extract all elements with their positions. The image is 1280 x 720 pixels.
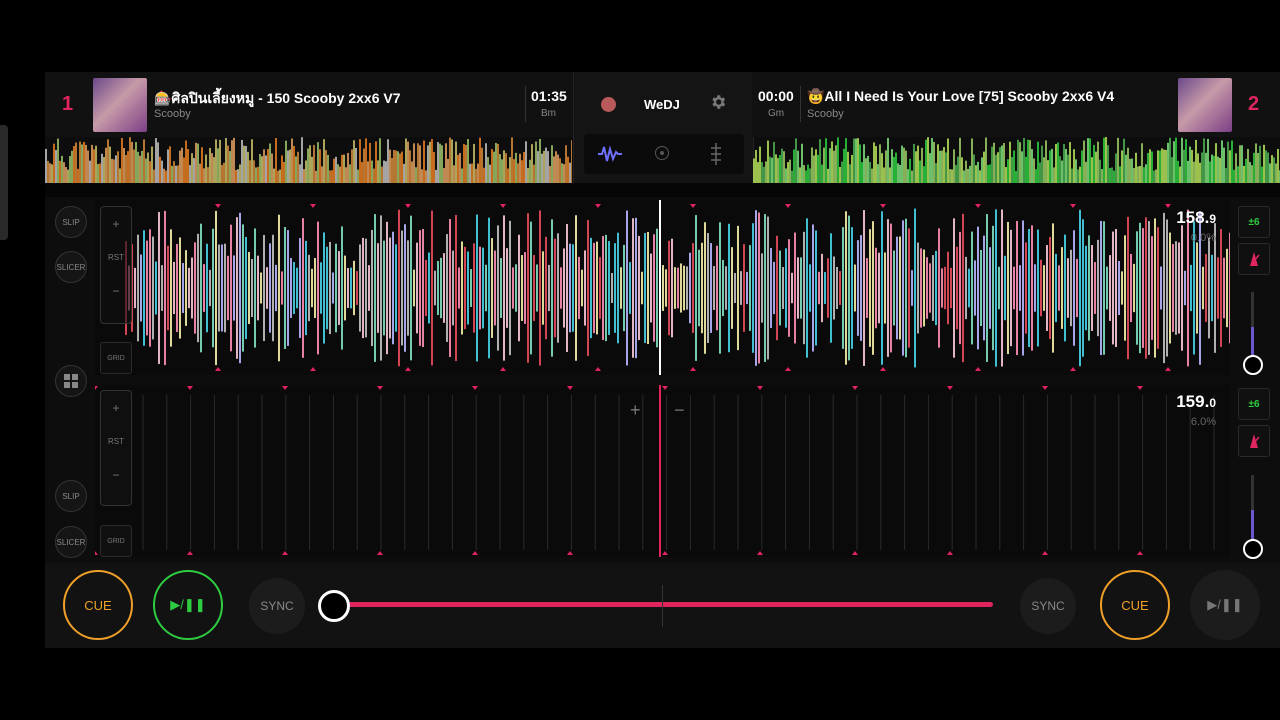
zoom-reset-button[interactable]: RST	[101, 253, 131, 262]
deck2-slicer-button[interactable]: SLICER	[55, 526, 87, 558]
deck2-pitch-percent: 6.0%	[1190, 416, 1216, 428]
deck2-zoom-control: + RST −	[100, 390, 132, 506]
deck1-slicer-button[interactable]: SLICER	[55, 251, 87, 283]
deck2-overview-waveform[interactable]	[753, 137, 1280, 183]
deck1-bpm-dec: 9	[1209, 212, 1216, 226]
grid-layout-icon[interactable]	[55, 365, 87, 397]
vinyl-icon[interactable]	[655, 146, 669, 160]
record-icon[interactable]	[601, 97, 616, 112]
deck1-header: 1 🎰ศิลปินเลี้ยงหมู - 150 Scooby 2xx6 V7 …	[45, 72, 573, 137]
deck1-pitch-slider-knob[interactable]	[1243, 355, 1263, 375]
deck1-waveform[interactable]	[95, 200, 1230, 375]
deck1-track-title: 🎰ศิลปินเลี้ยงหมู - 150 Scooby 2xx6 V7	[154, 90, 401, 106]
deck2-number: 2	[1248, 93, 1260, 115]
deck1-pitch-range-button[interactable]: ±6	[1238, 206, 1270, 238]
zoom-in-icon[interactable]: +	[101, 217, 131, 231]
deck2-header: 00:00 Gm 🤠All I Need Is Your Love [75] S…	[752, 72, 1280, 137]
deck2-artist: Scooby	[807, 108, 844, 120]
deck2-bpm-int: 159.	[1176, 392, 1210, 411]
deck1-grid-button[interactable]: GRID	[100, 342, 132, 374]
zoom-reset-button[interactable]: RST	[101, 437, 131, 446]
deck2-play-pause-button[interactable]: ▶/❚❚	[1190, 570, 1260, 640]
divider	[800, 86, 801, 122]
zoom-in-icon[interactable]: +	[101, 401, 131, 415]
deck2-cue-button[interactable]: CUE	[1100, 570, 1170, 640]
crossfader-knob[interactable]	[318, 590, 350, 622]
deck2-track-title: 🤠All I Need Is Your Love [75] Scooby 2xx…	[807, 88, 1115, 104]
grid-minus-icon[interactable]: −	[674, 400, 685, 421]
deck2-pitch-range-button[interactable]: ±6	[1238, 388, 1270, 420]
crossfader-center-mark	[662, 585, 663, 627]
deck2-album-art[interactable]	[1178, 78, 1232, 132]
deck1-artist: Scooby	[154, 108, 191, 120]
divider	[525, 86, 526, 122]
deck2-sync-button[interactable]: SYNC	[1020, 578, 1076, 634]
deck1-bpm: 158.9	[1160, 208, 1216, 228]
crossfader-track[interactable]	[333, 602, 993, 607]
deck1-cue-button[interactable]: CUE	[63, 570, 133, 640]
deck2-slip-button[interactable]: SLIP	[55, 480, 87, 512]
deck1-overview-waveform[interactable]	[45, 137, 572, 183]
deck1-sync-button[interactable]: SYNC	[249, 578, 305, 634]
deck2-grid-button[interactable]: GRID	[100, 525, 132, 557]
zoom-out-icon[interactable]: −	[101, 468, 131, 482]
metronome-icon[interactable]	[1238, 425, 1270, 457]
deck1-pitch-slider-track[interactable]	[1251, 292, 1254, 362]
zoom-out-icon[interactable]: −	[101, 284, 131, 298]
deck2-pitch-slider-knob[interactable]	[1243, 539, 1263, 559]
separator	[45, 183, 1280, 197]
deck1-zoom-control: + RST −	[100, 206, 132, 324]
deck1-number: 1	[62, 93, 74, 115]
center-panel: WeDJ	[573, 72, 754, 184]
deck2-beatgrid[interactable]	[95, 385, 1230, 557]
deck1-time: 01:35	[531, 88, 567, 104]
deck1-play-pause-button[interactable]: ▶/❚❚	[153, 570, 223, 640]
app-logo: WeDJ	[644, 97, 680, 112]
deck2-key: Gm	[768, 108, 785, 119]
metronome-icon[interactable]	[1238, 243, 1270, 275]
deck1-pitch-percent: 0.0%	[1190, 232, 1216, 244]
deck2-pitch-slider-track[interactable]	[1251, 475, 1254, 545]
deck1-key: Bm	[541, 108, 556, 119]
equalizer-icon[interactable]	[709, 143, 723, 170]
view-switcher	[584, 134, 744, 174]
deck1-bpm-int: 158.	[1176, 208, 1210, 227]
deck1-slip-button[interactable]: SLIP	[55, 206, 87, 238]
gear-icon[interactable]	[709, 93, 727, 116]
edge-handle[interactable]	[0, 125, 8, 240]
grid-plus-icon[interactable]: +	[630, 400, 641, 421]
deck2-time: 00:00	[758, 88, 794, 104]
deck2-bpm: 159.0	[1160, 392, 1216, 412]
waveform-icon[interactable]	[598, 144, 622, 169]
deck2-bpm-dec: 0	[1209, 396, 1216, 410]
deck1-album-art[interactable]	[93, 78, 147, 132]
